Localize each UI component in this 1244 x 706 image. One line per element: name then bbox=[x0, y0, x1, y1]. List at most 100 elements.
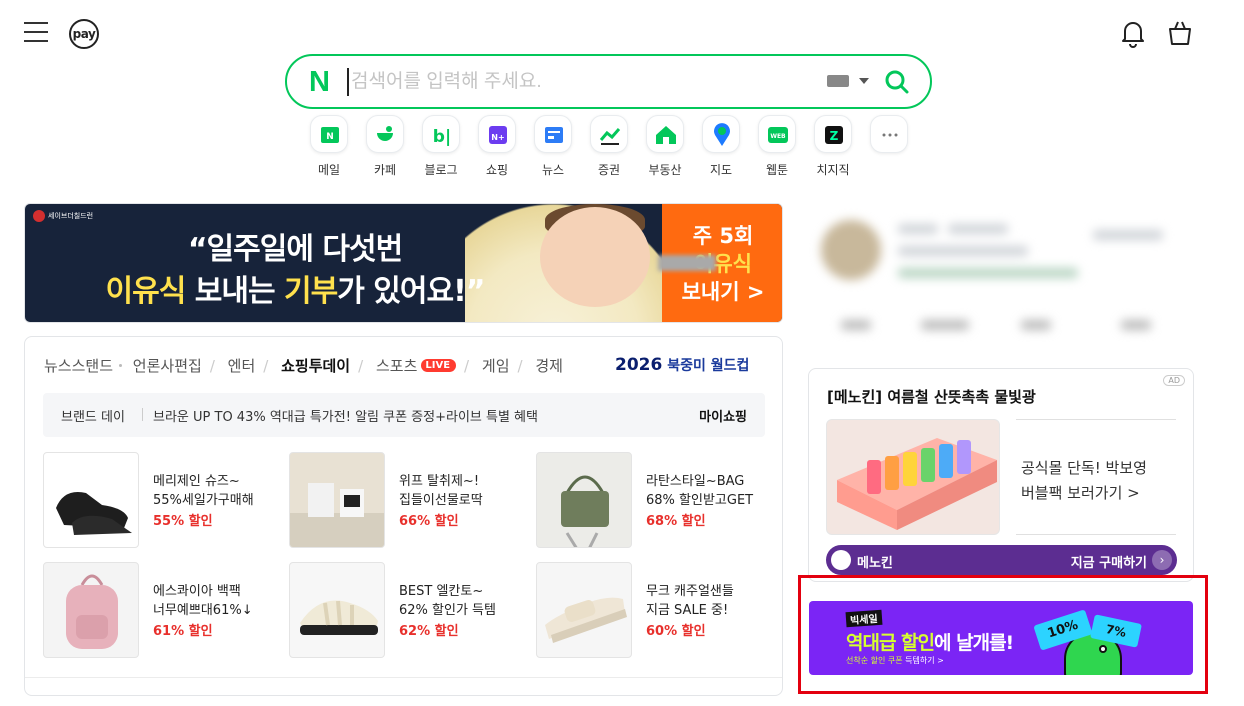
product-card[interactable]: 메리제인 슈즈~ 55%세일가구매해 55% 할인 bbox=[43, 452, 283, 548]
svg-text:b|: b| bbox=[433, 127, 451, 147]
shortcut-chzzk[interactable]: Z 치지직 bbox=[805, 115, 861, 178]
product-image bbox=[43, 562, 139, 658]
tab-sports[interactable]: 스포츠 bbox=[376, 355, 417, 376]
banner-headline-1: “일주일에 다섯번 bbox=[187, 232, 403, 267]
search-icon[interactable] bbox=[883, 68, 911, 96]
tab-newsstand[interactable]: 뉴스스탠드 bbox=[44, 355, 113, 376]
chzzk-icon: Z bbox=[814, 115, 852, 153]
login-profile-box[interactable] bbox=[803, 200, 1203, 355]
blurred-text bbox=[658, 255, 716, 271]
shortcut-label: 메일 bbox=[317, 163, 341, 177]
shortcut-more[interactable] bbox=[861, 115, 917, 153]
banner-org-badge: 세이브더칠드런 bbox=[33, 210, 93, 222]
menu-icon[interactable] bbox=[24, 22, 48, 44]
tab-economy[interactable]: 경제 bbox=[535, 355, 563, 376]
svg-text:Z: Z bbox=[830, 129, 839, 143]
shortcut-label: 뉴스 bbox=[541, 163, 565, 177]
shortcut-stock[interactable]: 증권 bbox=[581, 115, 637, 178]
pay-button[interactable]: pay bbox=[69, 19, 99, 49]
product-name: 62% 할인가 득템 bbox=[399, 603, 496, 618]
tab-shopping-today[interactable]: 쇼핑투데이 bbox=[281, 355, 350, 376]
chevron-right-icon: › bbox=[1152, 550, 1172, 570]
blog-icon: b| bbox=[422, 115, 460, 153]
chevron-down-icon[interactable] bbox=[859, 78, 869, 84]
service-shortcuts: N 메일 카페 b| 블로그 N+ 쇼핑 뉴스 증권 부동산 지도 WEB 웹툰… bbox=[301, 115, 921, 185]
shortcut-label: 카페 bbox=[373, 163, 397, 177]
product-name: 위프 탈취제~! bbox=[399, 474, 480, 489]
product-discount: 60% 할인 bbox=[646, 624, 706, 639]
naver-logo[interactable]: N bbox=[309, 66, 330, 99]
product-card[interactable]: 위프 탈취제~! 집들이선물로딱 66% 할인 bbox=[289, 452, 529, 548]
donation-banner[interactable]: 세이브더칠드런 “일주일에 다섯번 이유식 보내는 기부가 있어요!” 주 5회… bbox=[24, 203, 783, 323]
keyboard-icon[interactable] bbox=[827, 75, 849, 87]
brand-day-bar[interactable]: 브랜드 데이 브라운 UP TO 43% 역대급 특가전! 알림 쿠폰 증정+라… bbox=[43, 393, 765, 437]
product-card[interactable]: BEST 엘칸토~ 62% 할인가 득템 62% 할인 bbox=[289, 562, 529, 658]
ad-card[interactable]: AD [메노킨] 여름철 산뜻촉촉 물빛광 공식몰 단독! 박보영 버블팩 보러… bbox=[808, 368, 1194, 582]
product-name: 55%세일가구매해 bbox=[153, 493, 254, 508]
svg-text:N+: N+ bbox=[491, 133, 504, 142]
shortcut-cafe[interactable]: 카페 bbox=[357, 115, 413, 178]
news-tabs: 뉴스스탠드 언론사편집 / 엔터 / 쇼핑투데이 / 스포츠 LIVE / 게임 / 경제 bbox=[44, 355, 563, 376]
product-card[interactable]: 무크 캐주얼샌들 지금 SALE 중! 60% 할인 bbox=[536, 562, 776, 658]
product-card[interactable]: 에스콰이아 백팩 너무예쁘대61%↓ 61% 할인 bbox=[43, 562, 283, 658]
product-name: 68% 할인받고GET bbox=[646, 493, 754, 508]
product-name: 무크 캐주얼샌들 bbox=[646, 584, 734, 599]
product-name: BEST 엘칸토~ bbox=[399, 584, 484, 599]
shortcut-news[interactable]: 뉴스 bbox=[525, 115, 581, 178]
svg-text:WEB: WEB bbox=[770, 133, 786, 140]
product-name: 너무예쁘대61%↓ bbox=[153, 603, 253, 618]
banner-headline-2: 이유식 보내는 기부가 있어요!” bbox=[105, 274, 486, 309]
notification-bell-icon[interactable] bbox=[1119, 18, 1147, 48]
ad-buy-button[interactable]: 메노킨 지금 구매하기 › bbox=[826, 545, 1177, 575]
product-discount: 55% 할인 bbox=[153, 514, 213, 529]
shortcut-label: 부동산 bbox=[648, 163, 682, 177]
shortcut-shopping[interactable]: N+ 쇼핑 bbox=[469, 115, 525, 178]
cafe-icon bbox=[366, 115, 404, 153]
avatar bbox=[821, 220, 881, 280]
highlight-box bbox=[798, 575, 1208, 694]
shopping-bag-icon[interactable] bbox=[1166, 18, 1194, 48]
divider bbox=[25, 677, 782, 678]
shortcut-blog[interactable]: b| 블로그 bbox=[413, 115, 469, 178]
shortcut-webtoon[interactable]: WEB 웹툰 bbox=[749, 115, 805, 178]
more-icon bbox=[870, 115, 908, 153]
svg-text:N: N bbox=[326, 132, 334, 142]
tab-entertainment[interactable]: 엔터 bbox=[228, 355, 256, 376]
shortcut-label: 블로그 bbox=[424, 163, 458, 177]
product-image bbox=[43, 452, 139, 548]
ad-title[interactable]: [메노킨] 여름철 산뜻촉촉 물빛광 bbox=[827, 386, 1036, 407]
tab-press-edit[interactable]: 언론사편집 bbox=[133, 355, 202, 376]
product-name: 지금 SALE 중! bbox=[646, 603, 729, 618]
product-discount: 61% 할인 bbox=[153, 624, 213, 639]
shortcut-mail[interactable]: N 메일 bbox=[301, 115, 357, 178]
live-badge: LIVE bbox=[421, 359, 457, 372]
worldcup-link[interactable]: 2026 북중미 월드컵 bbox=[615, 355, 749, 375]
brand-logo-icon bbox=[831, 550, 851, 570]
my-shopping-link[interactable]: 마이쇼핑 bbox=[699, 406, 747, 425]
product-image bbox=[289, 562, 385, 658]
realestate-icon bbox=[646, 115, 684, 153]
product-name: 메리제인 슈즈~ bbox=[153, 474, 240, 489]
ad-buy-label: 지금 구매하기 bbox=[1070, 556, 1147, 571]
ad-product-image[interactable] bbox=[826, 419, 1000, 535]
shopping-icon: N+ bbox=[478, 115, 516, 153]
shortcut-label: 쇼핑 bbox=[485, 163, 509, 177]
shortcut-label: 지도 bbox=[709, 163, 733, 177]
ad-desc-2[interactable]: 버블팩 보러가기 > bbox=[1021, 482, 1140, 503]
tab-game[interactable]: 게임 bbox=[482, 355, 510, 376]
brand-day-label: 브랜드 데이 bbox=[61, 410, 125, 425]
product-card[interactable]: 라탄스타일~BAG 68% 할인받고GET 68% 할인 bbox=[536, 452, 776, 548]
ad-desc-1[interactable]: 공식몰 단독! 박보영 bbox=[1021, 457, 1147, 478]
search-input[interactable] bbox=[347, 68, 817, 96]
shortcut-label: 증권 bbox=[597, 163, 621, 177]
shortcut-realestate[interactable]: 부동산 bbox=[637, 115, 693, 178]
product-name: 에스콰이아 백팩 bbox=[153, 584, 241, 599]
shortcut-map[interactable]: 지도 bbox=[693, 115, 749, 178]
product-discount: 66% 할인 bbox=[399, 514, 459, 529]
product-image bbox=[289, 452, 385, 548]
product-name: 집들이선물로딱 bbox=[399, 493, 483, 508]
cta-line: 보내기 > bbox=[681, 280, 765, 304]
product-image bbox=[536, 562, 632, 658]
brand-day-text[interactable]: 브라운 UP TO 43% 역대급 특가전! 알림 쿠폰 증정+라이브 특별 혜… bbox=[153, 406, 538, 425]
product-image bbox=[536, 452, 632, 548]
